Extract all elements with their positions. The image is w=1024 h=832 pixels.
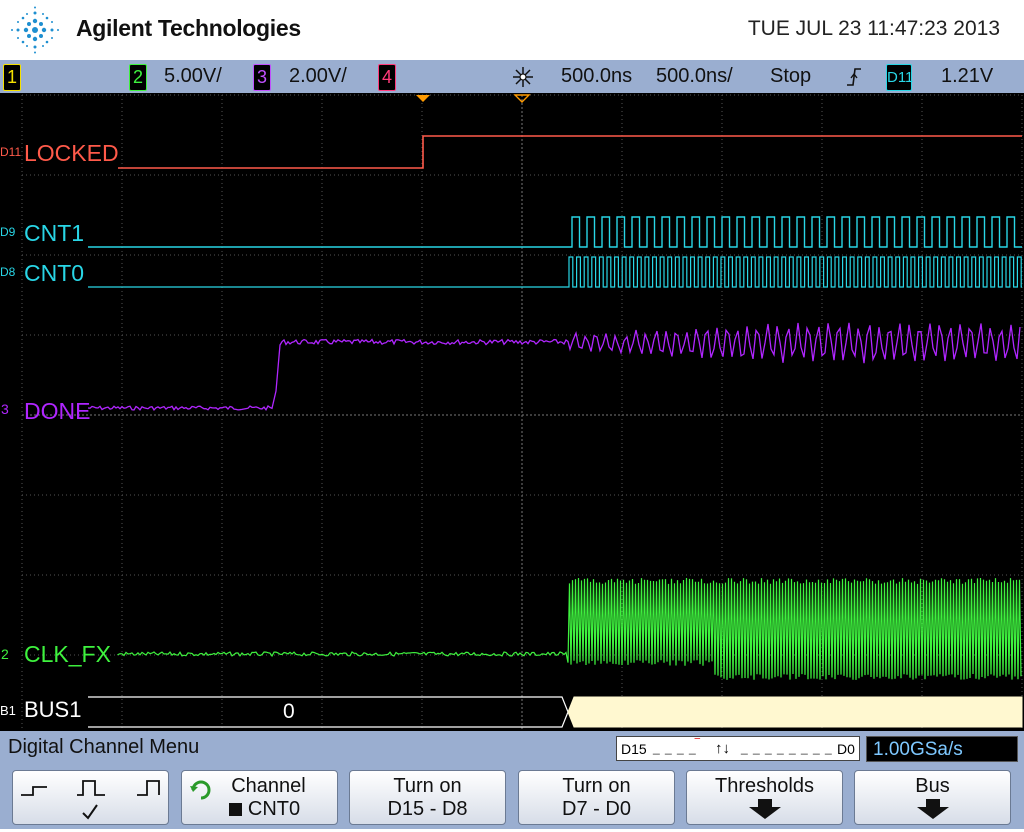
cnt0-waveform xyxy=(88,256,1022,288)
channel-badge-3: 3 xyxy=(1,401,9,417)
locked-waveform xyxy=(118,135,1022,169)
horizontal-delay-icon xyxy=(513,67,533,87)
channel-button-value: CNT0 xyxy=(247,798,301,820)
channel-dashes-right: _ _ _ _ _ _ _ _ xyxy=(741,741,833,755)
channel-badge-b1: B1 xyxy=(0,703,16,718)
header: Agilent Technologies TUE JUL 23 11:47:23… xyxy=(0,0,1024,60)
label-bus1[interactable]: BUS1 xyxy=(24,697,81,723)
channel-dashes-left: _ _ _ _ xyxy=(653,741,697,755)
bus-button[interactable]: Bus xyxy=(854,770,1011,825)
digital-channel-indicator: D15 _ _ _ _ ‾ ↑↓ _ _ _ _ _ _ _ _ D0 xyxy=(616,736,860,761)
label-clk-fx[interactable]: CLK_FX xyxy=(24,641,111,668)
turn-on-d7-d0-button[interactable]: Turn on D7 - D0 xyxy=(518,770,675,825)
turn-on-d15-d8-button[interactable]: Turn on D15 - D8 xyxy=(349,770,506,825)
signal-polarity-button[interactable] xyxy=(12,770,169,825)
label-locked[interactable]: LOCKED xyxy=(24,140,119,167)
cnt1-waveform xyxy=(88,216,1022,248)
channel-2-badge[interactable]: 2 xyxy=(129,64,147,91)
date-time: TUE JUL 23 11:47:23 2013 xyxy=(747,17,1000,40)
label-cnt1[interactable]: CNT1 xyxy=(24,220,84,247)
waveform-display[interactable]: D11 LOCKED D9 CNT1 D8 CNT0 3 DONE 2 CLK_… xyxy=(0,93,1024,731)
label-cnt0[interactable]: CNT0 xyxy=(24,260,84,287)
timebase-scale: 500.0ns/ xyxy=(656,65,733,87)
channel-badge-d8: D8 xyxy=(0,265,16,279)
threshold-right-channel: D0 xyxy=(837,741,855,757)
waveform-shape-icon xyxy=(21,780,160,820)
run-state: Stop xyxy=(770,65,812,87)
thresholds-button[interactable]: Thresholds xyxy=(686,770,843,825)
sample-rate: 1.00GSa/s xyxy=(866,736,1018,762)
channel-4-badge[interactable]: 4 xyxy=(378,64,396,91)
waveform-canvas[interactable] xyxy=(0,93,1024,731)
brand-name: Agilent Technologies xyxy=(76,15,301,41)
submenu-arrow-icon xyxy=(916,799,949,819)
channel-1-badge[interactable]: 1 xyxy=(3,64,21,91)
bus1-value: 0 xyxy=(283,700,295,723)
label-done[interactable]: DONE xyxy=(24,398,90,425)
clk-fx-waveform xyxy=(117,577,1022,680)
threshold-left-channel: D15 xyxy=(621,741,647,757)
channel-badge-2: 2 xyxy=(1,646,9,662)
waveforms xyxy=(87,135,1023,728)
rotate-knob-icon xyxy=(190,780,211,800)
trigger-point-marker-icon xyxy=(416,95,430,102)
bus1-waveform-active xyxy=(567,696,1023,728)
channel-badge-d11: D11 xyxy=(0,145,22,159)
channel-badge-d9: D9 xyxy=(0,225,16,239)
done-waveform xyxy=(87,322,1021,412)
trigger-source-badge[interactable]: D11 xyxy=(886,64,913,91)
softkey-bar: Channel CNT0 Turn on D15 - D8 Turn on D7… xyxy=(0,766,1024,829)
trigger-level: 1.21V xyxy=(941,65,994,87)
channel-3-badge[interactable]: 3 xyxy=(253,64,271,91)
horizontal-delay: 500.0ns xyxy=(561,65,633,87)
menu-title: Digital Channel Menu xyxy=(8,736,200,758)
active-channel-marker: ‾ xyxy=(695,736,700,752)
agilent-spark-logo-icon xyxy=(11,6,59,54)
channel-3-scale: 2.00V/ xyxy=(289,65,347,87)
submenu-arrow-icon xyxy=(748,799,781,819)
trigger-edge-icon xyxy=(847,68,861,86)
menu-bar: Digital Channel Menu D15 _ _ _ _ ‾ ↑↓ _ … xyxy=(0,731,1024,766)
channel-checkbox[interactable] xyxy=(228,803,242,816)
bus1-waveform-value-zero xyxy=(88,696,569,728)
channel-swap-icon: ↑↓ xyxy=(715,740,730,757)
channel-2-scale: 5.00V/ xyxy=(164,65,222,87)
channel-select-button[interactable]: Channel CNT0 xyxy=(181,770,338,825)
status-bar: 1 2 5.00V/ 3 2.00V/ 4 500.0ns 500.0ns/ S… xyxy=(0,60,1024,93)
